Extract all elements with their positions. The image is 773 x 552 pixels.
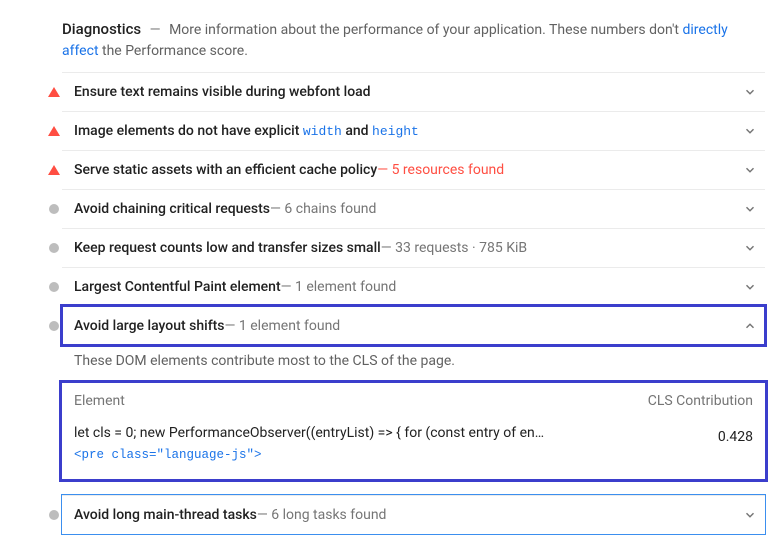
neutral-dot-icon	[42, 321, 66, 331]
chevron-down-icon	[743, 508, 757, 522]
warning-triangle-icon	[42, 87, 66, 97]
audit-layout-shifts[interactable]: Avoid large layout shifts — 1 element fo…	[62, 306, 765, 345]
audit-suffix: — 1 element found	[225, 318, 341, 334]
audit-title: Keep request counts low and transfer siz…	[74, 240, 381, 256]
chevron-down-icon	[743, 202, 757, 216]
neutral-dot-icon	[42, 204, 66, 214]
audit-suffix: — 6 chains found	[270, 201, 376, 217]
cls-item-value: 0.428	[653, 423, 753, 445]
chevron-down-icon	[743, 241, 757, 255]
audit-lcp-element[interactable]: Largest Contentful Paint element — 1 ele…	[62, 267, 765, 306]
panel-header: Element CLS Contribution	[72, 387, 755, 419]
neutral-dot-icon	[42, 510, 66, 520]
section-title: Diagnostics	[62, 20, 141, 38]
audit-request-counts[interactable]: Keep request counts low and transfer siz…	[62, 228, 765, 267]
col-element: Element	[74, 393, 125, 409]
cls-details-panel: Element CLS Contribution let cls = 0; ne…	[62, 383, 765, 479]
audit-title: Serve static assets with an efficient ca…	[74, 162, 377, 178]
audit-suffix: — 5 resources found	[377, 162, 504, 178]
warning-triangle-icon	[42, 165, 66, 175]
audit-title: Avoid large layout shifts	[74, 318, 225, 334]
neutral-dot-icon	[42, 282, 66, 292]
audit-suffix: — 1 element found	[281, 279, 397, 295]
expanded-description: These DOM elements contribute most to th…	[62, 345, 765, 383]
audit-title: Ensure text remains visible during webfo…	[74, 84, 371, 100]
audit-critical-chains[interactable]: Avoid chaining critical requests — 6 cha…	[62, 189, 765, 228]
audit-image-dimensions[interactable]: Image elements do not have explicit widt…	[62, 111, 765, 150]
warning-triangle-icon	[42, 126, 66, 136]
audit-title: Avoid chaining critical requests	[74, 201, 270, 217]
audit-webfont-load[interactable]: Ensure text remains visible during webfo…	[62, 72, 765, 111]
cls-item-code: <pre class="language-js">	[74, 446, 653, 465]
audit-title: Avoid long main-thread tasks	[74, 507, 257, 523]
audit-title: Largest Contentful Paint element	[74, 279, 281, 295]
dash: —	[150, 22, 161, 38]
audit-suffix: — 33 requests · 785 KiB	[381, 240, 527, 256]
col-cls: CLS Contribution	[648, 393, 753, 409]
code-height: height	[372, 124, 419, 139]
neutral-dot-icon	[42, 243, 66, 253]
chevron-up-icon	[743, 319, 757, 333]
audit-main-thread-tasks[interactable]: Avoid long main-thread tasks — 6 long ta…	[62, 495, 765, 534]
audit-cache-policy[interactable]: Serve static assets with an efficient ca…	[62, 150, 765, 189]
audit-suffix: — 6 long tasks found	[257, 507, 387, 523]
diagnostics-header: Diagnostics — More information about the…	[62, 18, 765, 62]
cls-item-row: let cls = 0; new PerformanceObserver((en…	[72, 419, 755, 469]
chevron-down-icon	[743, 280, 757, 294]
chevron-down-icon	[743, 124, 757, 138]
chevron-down-icon	[743, 163, 757, 177]
section-desc: More information about the performance o…	[62, 22, 728, 59]
code-width: width	[303, 124, 342, 139]
chevron-down-icon	[743, 85, 757, 99]
audit-title: Image elements do not have explicit widt…	[74, 123, 419, 139]
cls-item-text: let cls = 0; new PerformanceObserver((en…	[74, 423, 653, 465]
